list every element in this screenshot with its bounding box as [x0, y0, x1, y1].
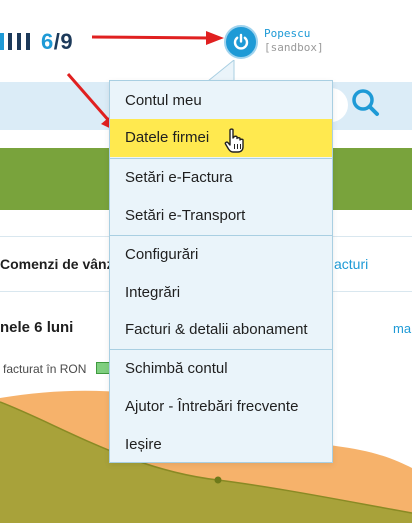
menu-item-facturi-abonament[interactable]: Facturi & detalii abonament	[110, 311, 332, 349]
user-name[interactable]: Popescu	[264, 27, 310, 40]
progress-bar-segment	[8, 33, 12, 50]
progress-total: 9	[60, 29, 74, 54]
tab-facturi[interactable]: acturi	[334, 256, 368, 272]
progress-bar-segment	[0, 33, 4, 50]
chart-point	[214, 476, 222, 484]
menu-item-schimba-contul[interactable]: Schimbă contul	[110, 350, 332, 388]
section-link[interactable]: ma	[393, 321, 411, 336]
hand-cursor-icon	[224, 128, 244, 153]
menu-item-setari-etransport[interactable]: Setări e-Transport	[110, 197, 332, 235]
progress-current: 6	[41, 29, 54, 54]
user-menu-button[interactable]	[224, 25, 258, 59]
progress-bar-segment	[26, 33, 30, 50]
progress-bar-segment	[17, 33, 21, 50]
chart-legend-label: facturat în RON	[3, 362, 87, 376]
section-title: nele 6 luni	[0, 319, 74, 336]
menu-item-integrari[interactable]: Integrări	[110, 274, 332, 312]
top-header: 6/9 Popescu [sandbox]	[0, 0, 412, 80]
menu-item-setari-efactura[interactable]: Setări e-Factura	[110, 159, 332, 197]
menu-item-contul-meu[interactable]: Contul meu	[110, 82, 332, 120]
menu-item-ajutor[interactable]: Ajutor - Întrebări frecvente	[110, 388, 332, 426]
user-environment: [sandbox]	[264, 41, 324, 54]
tab-comenzi[interactable]: Comenzi de vânz	[0, 256, 114, 272]
account-dropdown-menu: Contul meu Datele firmei Setări e-Factur…	[109, 80, 333, 463]
power-icon	[233, 33, 249, 50]
search-icon[interactable]	[348, 86, 382, 120]
menu-item-iesire[interactable]: Ieșire	[110, 426, 332, 464]
menu-item-configurari[interactable]: Configurări	[110, 236, 332, 274]
menu-caret	[208, 60, 235, 82]
menu-item-datele-firmei[interactable]: Datele firmei	[110, 119, 332, 157]
progress-counter: 6/9	[41, 29, 73, 55]
chart-legend-swatch	[96, 362, 110, 374]
